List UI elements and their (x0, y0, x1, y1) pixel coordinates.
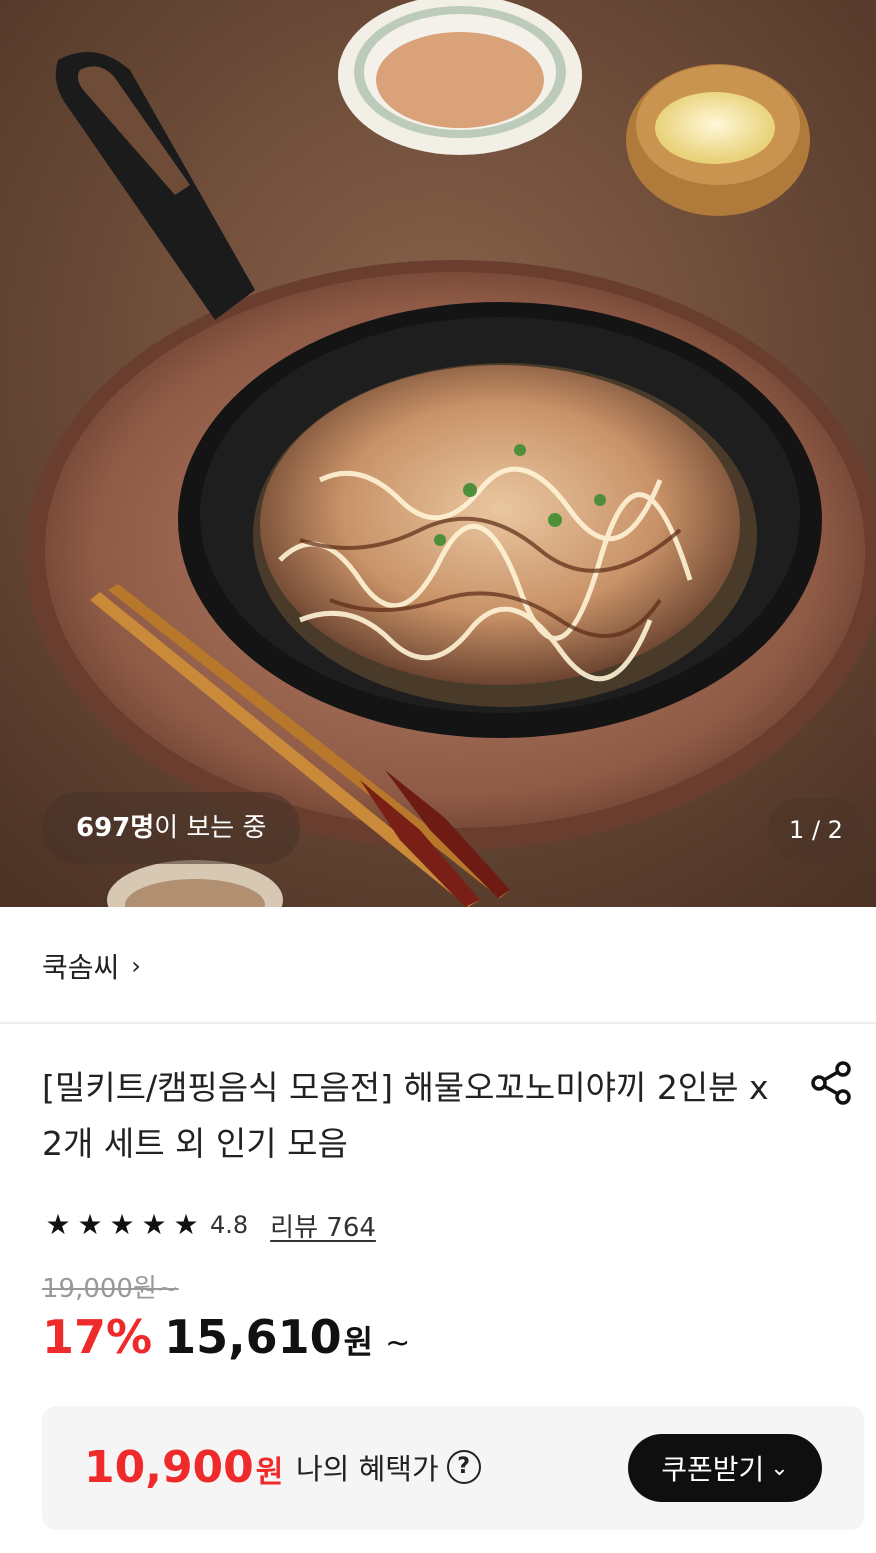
brand-link[interactable]: 쿡솜씨 › (42, 938, 141, 994)
rating-stars: ★ ★ ★ ★ ★ (42, 1209, 202, 1241)
rating-score: 4.8 (210, 1211, 249, 1239)
discount-rate: 17% (42, 1310, 153, 1364)
benefit-label: 나의 혜택가 (296, 1452, 439, 1486)
original-price: 19,000원~ (42, 1274, 179, 1304)
image-pager: 1 / 2 (768, 798, 864, 862)
price-suffix: ~ (385, 1326, 411, 1361)
brand-name: 쿡솜씨 (42, 951, 120, 984)
sale-price-row: 17% 15,610 원 ~ (42, 1310, 410, 1380)
share-button[interactable] (806, 1058, 856, 1108)
benefit-price-unit: 원 (255, 1455, 284, 1490)
chevron-down-icon: ⌄ (770, 1455, 789, 1481)
price-unit: 원 (343, 1323, 374, 1361)
chevron-right-icon: › (131, 952, 141, 980)
star-icon: ★ (141, 1208, 167, 1241)
share-icon (811, 1061, 851, 1105)
product-image[interactable]: 697명이 보는 중 1 / 2 (0, 0, 876, 907)
product-photo (0, 0, 876, 907)
benefit-price-value: 10,900 (84, 1442, 254, 1493)
product-title: [밀키트/캠핑음식 모음전] 해물오꼬노미야끼 2인분 x 2개 세트 외 인기… (42, 1068, 769, 1163)
divider (0, 1022, 876, 1024)
benefit-price: 10,900 원 (84, 1442, 283, 1493)
rating-row: ★ ★ ★ ★ ★ 4.8 리뷰 764 (42, 1203, 376, 1247)
benefit-label-row: 나의 혜택가 ? (296, 1446, 481, 1488)
sale-price: 15,610 (164, 1310, 342, 1364)
help-icon[interactable]: ? (446, 1450, 481, 1484)
review-link[interactable]: 리뷰 764 (270, 1207, 376, 1244)
viewers-label: 이 보는 중 (154, 813, 267, 843)
coupon-button[interactable]: 쿠폰받기 ⌄ (628, 1434, 822, 1502)
viewers-count: 697명 (76, 813, 155, 843)
viewers-badge: 697명이 보는 중 (42, 792, 301, 864)
star-icon: ★ (173, 1208, 199, 1241)
star-icon: ★ (109, 1208, 135, 1241)
star-icon: ★ (45, 1208, 71, 1241)
coupon-button-label: 쿠폰받기 (661, 1453, 765, 1486)
benefit-price-box: 10,900 원 나의 혜택가 ? 쿠폰받기 ⌄ (42, 1406, 864, 1530)
star-icon: ★ (77, 1208, 103, 1241)
